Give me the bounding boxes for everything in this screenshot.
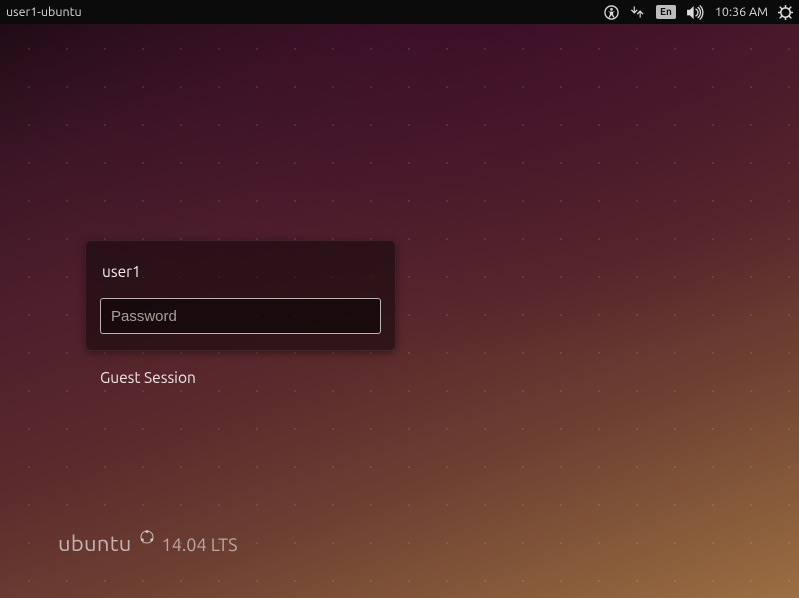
clock-label: 10:36 AM <box>715 5 768 19</box>
login-box: user1 <box>85 240 396 351</box>
sound-icon[interactable] <box>686 0 705 24</box>
session-indicator-icon[interactable] <box>778 0 793 24</box>
password-input[interactable] <box>100 298 381 334</box>
hostname-label: user1-ubuntu <box>6 5 82 19</box>
language-code: En <box>656 5 676 19</box>
keyboard-language-indicator[interactable]: En <box>656 0 676 24</box>
ubuntu-branding: ubuntu 14.04 LTS <box>58 531 238 556</box>
ubuntu-logo-icon <box>140 530 154 544</box>
network-icon[interactable] <box>629 0 646 24</box>
accessibility-icon[interactable] <box>604 0 619 24</box>
top-panel: user1-ubuntu En 10:36 AM <box>0 0 799 24</box>
guest-session-option[interactable]: Guest Session <box>100 369 196 386</box>
ubuntu-version: 14.04 LTS <box>162 535 238 555</box>
selected-username[interactable]: user1 <box>100 259 381 298</box>
ubuntu-wordmark: ubuntu <box>58 531 132 556</box>
